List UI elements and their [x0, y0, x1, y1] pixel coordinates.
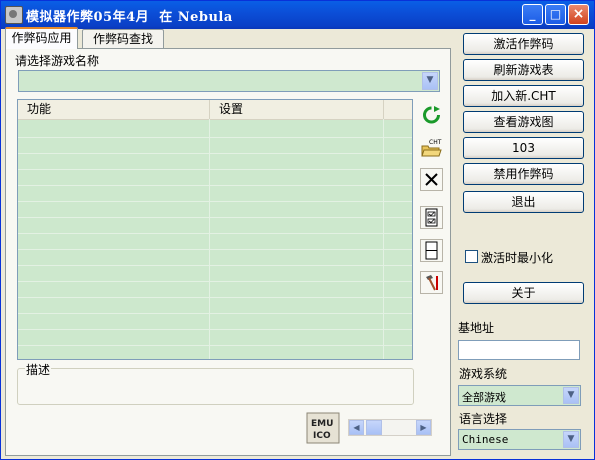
delete-icon[interactable]: [420, 168, 443, 191]
scroll-left-icon[interactable]: ◀: [349, 420, 364, 435]
minimize-on-activate-label: 激活时最小化: [481, 251, 554, 265]
title-bar[interactable]: 模拟器作弊05年4月 在 Nebula _ □ ×: [1, 1, 594, 29]
open-cht-icon[interactable]: CHT: [420, 136, 443, 159]
grid-line: [18, 281, 412, 282]
about-button[interactable]: 关于: [463, 282, 584, 304]
add-cht-button[interactable]: 加入新.CHT: [463, 85, 584, 107]
column-header-setting[interactable]: 设置: [210, 100, 384, 119]
activate-cheat-button[interactable]: 激活作弊码: [463, 33, 584, 55]
chevron-down-icon[interactable]: ▼: [422, 72, 438, 90]
blank-page-icon[interactable]: [420, 239, 443, 262]
grid-line: [209, 119, 210, 359]
chevron-down-icon[interactable]: ▼: [563, 431, 579, 448]
game-system-dropdown[interactable]: 全部游戏 ▼: [458, 385, 581, 406]
cheat-list-header: 功能 设置: [18, 100, 412, 120]
game-select-label: 请选择游戏名称: [14, 52, 101, 69]
game-system-label: 游戏系统: [459, 367, 508, 381]
scroll-right-icon[interactable]: ▶: [416, 420, 431, 435]
emu-ico-icon[interactable]: EMU ICO: [306, 412, 340, 444]
grid-line: [18, 185, 412, 186]
svg-text:ICO: ICO: [313, 431, 331, 441]
horizontal-scrollbar[interactable]: ◀ ▶: [348, 419, 432, 436]
exit-button[interactable]: 退出: [463, 191, 584, 213]
grid-line: [383, 119, 384, 359]
main-window: 模拟器作弊05年4月 在 Nebula _ □ × 作弊码应用 作弊码查找 请选…: [0, 0, 595, 460]
game-select-dropdown[interactable]: ▼: [18, 70, 440, 92]
count-button[interactable]: 103: [463, 137, 584, 159]
app-icon[interactable]: [5, 6, 23, 24]
maximize-button[interactable]: □: [545, 4, 566, 25]
column-header-function[interactable]: 功能: [18, 100, 210, 119]
grid-line: [18, 153, 412, 154]
close-button[interactable]: ×: [568, 4, 589, 25]
minimize-icon: _: [529, 7, 536, 21]
description-label: 描述: [25, 361, 52, 378]
description-box: [17, 368, 414, 405]
refresh-icon[interactable]: [420, 104, 443, 127]
refresh-game-list-button[interactable]: 刷新游戏表: [463, 59, 584, 81]
language-value: Chinese: [462, 433, 509, 446]
grid-line: [18, 217, 412, 218]
maximize-icon: □: [549, 7, 562, 21]
grid-line: [18, 233, 412, 234]
base-address-input[interactable]: [458, 340, 580, 360]
grid-line: [18, 265, 412, 266]
view-game-image-button[interactable]: 查看游戏图: [463, 111, 584, 133]
cheat-list[interactable]: 功能 设置: [17, 99, 413, 360]
tab-cheat-search[interactable]: 作弊码查找: [82, 29, 164, 49]
grid-line: [18, 201, 412, 202]
tools-icon[interactable]: [420, 271, 443, 294]
grid-line: [18, 249, 412, 250]
scroll-thumb[interactable]: [366, 420, 382, 435]
minimize-button[interactable]: _: [522, 4, 543, 25]
grid-line: [18, 297, 412, 298]
grid-line: [18, 169, 412, 170]
grid-line: [18, 313, 412, 314]
window-title: 模拟器作弊05年4月 在 Nebula: [26, 10, 233, 25]
base-address-label: 基地址: [458, 321, 495, 335]
svg-text:EMU: EMU: [311, 419, 333, 429]
disable-cheat-button[interactable]: 禁用作弊码: [463, 163, 584, 185]
check-list-icon[interactable]: [420, 206, 443, 229]
grid-line: [18, 137, 412, 138]
svg-text:CHT: CHT: [429, 139, 442, 146]
tab-cheat-apply[interactable]: 作弊码应用: [5, 27, 78, 49]
grid-line: [18, 345, 412, 346]
close-icon: ×: [572, 6, 585, 22]
minimize-on-activate-checkbox[interactable]: [465, 250, 478, 263]
language-dropdown[interactable]: Chinese ▼: [458, 429, 581, 450]
game-system-value: 全部游戏: [462, 391, 506, 404]
grid-line: [18, 329, 412, 330]
language-label: 语言选择: [459, 412, 508, 426]
chevron-down-icon[interactable]: ▼: [563, 387, 579, 404]
